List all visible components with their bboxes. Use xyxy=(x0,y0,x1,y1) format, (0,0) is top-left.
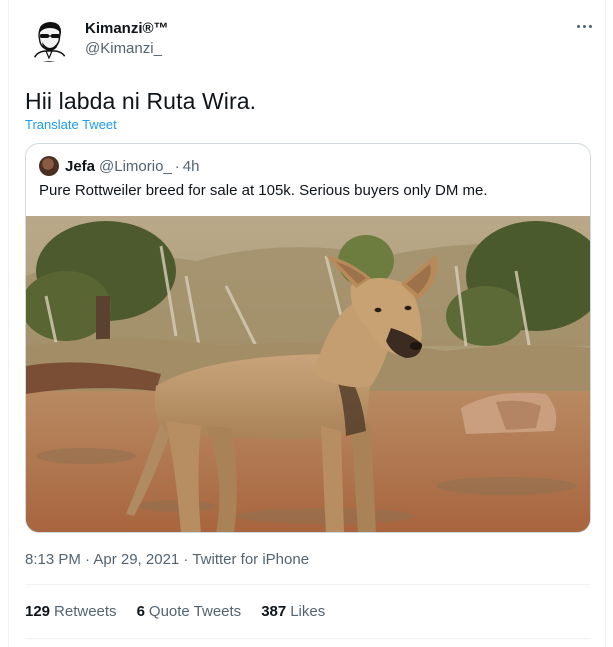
retweets-count: 129 xyxy=(25,603,51,620)
quote-tweets-stat[interactable]: 6 Quote Tweets xyxy=(137,603,242,620)
quoted-timestamp: 4h xyxy=(182,157,200,175)
tweet-text: Hii labda ni Ruta Wira. xyxy=(25,88,257,114)
likes-stat[interactable]: 387 Likes xyxy=(261,603,325,620)
divider xyxy=(25,638,591,639)
quoted-author-avatar xyxy=(39,156,59,176)
quote-tweets-count: 6 xyxy=(136,603,145,620)
quoted-author-name: Jefa xyxy=(65,157,96,175)
likes-count: 387 xyxy=(261,603,287,620)
quoted-tweet[interactable]: Jefa @Limorio_ · 4h Pure Rottweiler bree… xyxy=(25,143,591,533)
quoted-tweet-header: Jefa @Limorio_ · 4h xyxy=(39,156,199,176)
retweets-label: Retweets xyxy=(54,603,117,620)
tweet-timestamp[interactable]: 8:13 PM · Apr 29, 2021 · Twitter for iPh… xyxy=(25,551,309,568)
divider xyxy=(25,584,591,585)
quote-tweets-label: Quote Tweets xyxy=(148,603,242,620)
quoted-tweet-text: Pure Rottweiler breed for sale at 105k. … xyxy=(39,182,488,199)
author-avatar[interactable] xyxy=(25,14,73,62)
tweet-stats: 129 Retweets 6 Quote Tweets 387 Likes xyxy=(25,603,345,620)
more-horizontal-icon[interactable] xyxy=(575,18,595,34)
author-handle[interactable]: @Kimanzi_ xyxy=(85,40,169,57)
tweet-header: Kimanzi®™ @Kimanzi_ xyxy=(25,14,595,62)
author-display-name[interactable]: Kimanzi®™ xyxy=(85,20,169,37)
author-names: Kimanzi®™ @Kimanzi_ xyxy=(85,20,169,57)
retweets-stat[interactable]: 129 Retweets xyxy=(25,603,117,620)
translate-tweet-link[interactable]: Translate Tweet xyxy=(25,117,117,132)
tweet-card: Kimanzi®™ @Kimanzi_ Hii labda ni Ruta Wi… xyxy=(8,0,606,647)
quoted-separator: · xyxy=(174,157,180,175)
likes-label: Likes xyxy=(290,603,326,620)
quoted-tweet-photo[interactable] xyxy=(26,216,590,532)
quoted-author-handle: @Limorio_ xyxy=(99,157,172,175)
